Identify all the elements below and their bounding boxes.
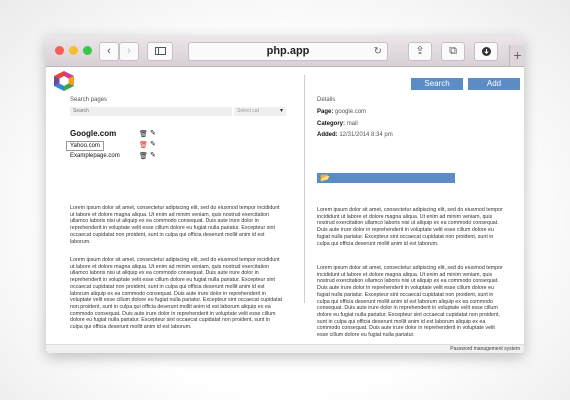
address-bar[interactable]: php.app ↻ [188,42,388,61]
folder-bar[interactable]: 📂 [317,173,455,183]
app-content: Search Add Search pages Select cat ▾ Goo… [46,67,524,353]
trash-icon[interactable]: 🗑 [139,141,148,149]
left-paragraph-2: Lorem ipsum dolor sit amet, consectetur … [70,257,282,331]
browser-window: ‹ › php.app ↻ ⇪ ⧉ + Search Add Search pa… [46,36,524,353]
column-divider [304,75,305,303]
browser-toolbar: ‹ › php.app ↻ ⇪ ⧉ + [46,36,524,67]
detail-category-row: Category: mail [317,121,358,127]
right-paragraph-2: Lorem ipsum dolor sit amet, consectetur … [317,265,503,339]
share-button[interactable]: ⇪ [408,42,432,61]
detail-added-label: Added: [317,132,338,138]
footer-text: Password management system [450,346,520,352]
footer: Password management system [46,344,524,353]
right-paragraph-1: Lorem ipsum dolor sit amet, consectetur … [317,207,503,247]
search-button[interactable]: Search [411,78,463,90]
forward-icon: › [127,45,131,57]
app-logo [54,71,74,91]
reload-icon[interactable]: ↻ [374,43,382,60]
folder-icon: 📂 [320,173,330,182]
maximize-window-button[interactable] [83,46,92,55]
close-window-button[interactable] [55,46,64,55]
download-icon [481,45,491,57]
search-pages-label: Search pages [70,97,108,103]
detail-added-value: 12/31/2014 8:34 pm [339,132,393,138]
trash-icon[interactable]: 🗑 [139,152,148,160]
chevron-down-icon: ▾ [279,108,283,114]
category-select-value: Select cat [237,108,259,114]
detail-category-label: Category: [317,121,346,127]
category-select[interactable]: Select cat ▾ [234,107,286,116]
new-tab-button[interactable]: + [509,45,524,66]
site-item-yahoo[interactable]: Yahoo.com [66,141,104,151]
edit-icon[interactable]: ✎ [150,129,156,137]
sidebar-icon [154,45,166,57]
back-icon: ‹ [107,45,111,57]
add-button[interactable]: Add [468,78,520,90]
minimize-window-button[interactable] [69,46,78,55]
detail-page-row: Page: google.com [317,109,366,115]
site-item-google[interactable]: Google.com [70,129,116,138]
sidebar-button[interactable] [147,42,173,61]
tabs-icon: ⧉ [449,45,457,57]
address-text: php.app [266,45,310,57]
site-item-examplepage[interactable]: Examplepage.com [70,153,120,159]
back-button[interactable]: ‹ [99,42,119,61]
details-label: Details [317,97,336,103]
search-input[interactable] [70,107,232,116]
edit-icon[interactable]: ✎ [150,140,156,148]
share-icon: ⇪ [415,45,425,57]
downloads-button[interactable] [474,42,498,61]
forward-button[interactable]: › [119,42,139,61]
detail-page-value: google.com [335,109,367,115]
detail-page-label: Page: [317,109,334,115]
detail-category-value: mail [346,121,358,127]
edit-icon[interactable]: ✎ [150,151,156,159]
tabs-button[interactable]: ⧉ [441,42,465,61]
detail-added-row: Added: 12/31/2014 8:34 pm [317,132,393,138]
left-paragraph-1: Lorem ipsum dolor sit amet, consectetur … [70,205,280,245]
trash-icon[interactable]: 🗑 [139,130,148,138]
